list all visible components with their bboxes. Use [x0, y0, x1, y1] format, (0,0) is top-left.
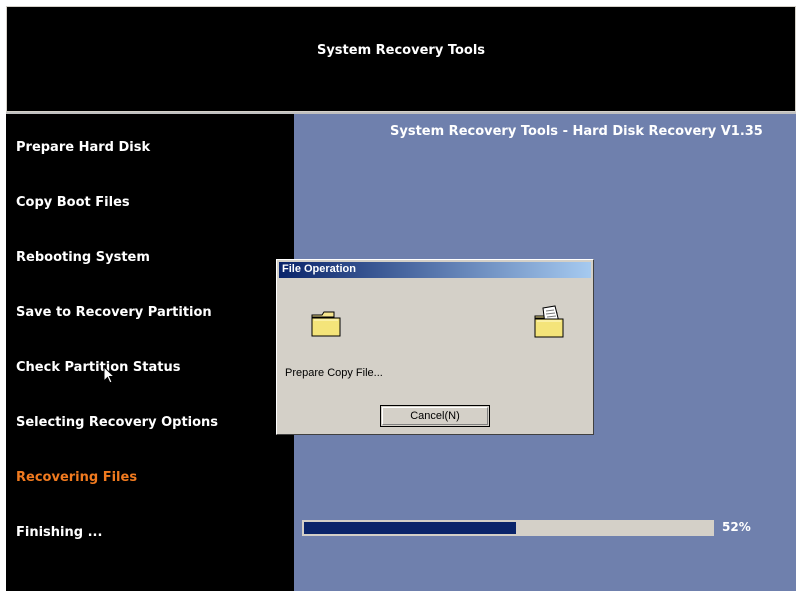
mouse-pointer-icon	[103, 366, 116, 384]
dialog-title: File Operation	[282, 263, 356, 275]
cancel-button-label: Cancel(N)	[382, 407, 488, 425]
step-recovering-files: Recovering Files	[16, 470, 138, 485]
cancel-button[interactable]: Cancel(N)	[380, 405, 490, 427]
step-rebooting-system: Rebooting System	[16, 250, 150, 265]
file-operation-dialog: File Operation Prepare Copy File... Canc…	[276, 259, 594, 435]
folder-with-document-icon	[534, 305, 564, 338]
step-copy-boot-files: Copy Boot Files	[16, 195, 130, 210]
header-panel: System Recovery Tools	[6, 6, 796, 112]
step-save-to-recovery-partition: Save to Recovery Partition	[16, 305, 212, 320]
progress-percent: 52%	[722, 520, 751, 534]
steps-sidebar: Prepare Hard Disk Copy Boot Files Reboot…	[6, 114, 294, 591]
step-prepare-hard-disk: Prepare Hard Disk	[16, 140, 151, 155]
progress-bar	[302, 520, 714, 536]
step-check-partition-status: Check Partition Status	[16, 360, 181, 375]
folder-icon	[311, 311, 341, 337]
step-finishing: Finishing ...	[16, 525, 103, 540]
dialog-titlebar[interactable]: File Operation	[279, 262, 591, 278]
dialog-message: Prepare Copy File...	[285, 367, 383, 379]
app-title: System Recovery Tools	[316, 43, 486, 58]
step-selecting-recovery-options: Selecting Recovery Options	[16, 415, 219, 430]
main-title: System Recovery Tools - Hard Disk Recove…	[390, 124, 763, 139]
progress-fill	[304, 522, 516, 534]
